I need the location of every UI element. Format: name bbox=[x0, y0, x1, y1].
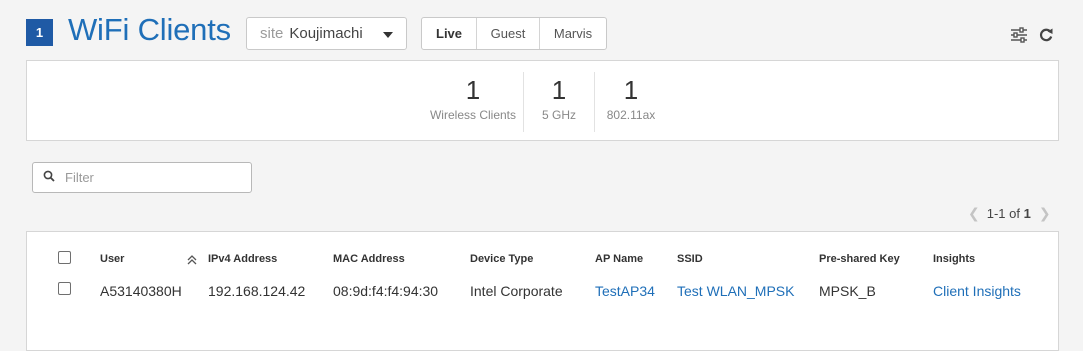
search-icon bbox=[43, 169, 55, 187]
column-header-ap-name[interactable]: AP Name bbox=[595, 253, 643, 265]
stat-value: 1 bbox=[551, 75, 567, 105]
stat-5ghz: 1 5 GHz bbox=[524, 75, 594, 133]
pagination: ❮ 1-1 of 1 ❯ bbox=[968, 205, 1051, 222]
page-title: WiFi Clients bbox=[68, 12, 231, 47]
caret-down-icon bbox=[383, 32, 393, 38]
stat-wireless-clients: 1 Wireless Clients bbox=[423, 75, 523, 133]
pagination-text: 1-1 of 1 bbox=[987, 206, 1031, 221]
cell-mac: 08:9d:f4:f4:94:30 bbox=[333, 283, 439, 299]
ssid-link[interactable]: Test WLAN_MPSK bbox=[677, 283, 794, 299]
site-select-value: Koujimachi bbox=[289, 25, 363, 42]
stat-caption: 5 GHz bbox=[541, 108, 576, 122]
sort-ascending-icon[interactable] bbox=[187, 252, 197, 270]
stat-caption: 802.11ax bbox=[606, 108, 656, 122]
stat-value: 1 bbox=[623, 75, 639, 105]
column-header-mac[interactable]: MAC Address bbox=[333, 253, 405, 265]
row-checkbox[interactable] bbox=[58, 282, 71, 295]
cell-device-type: Intel Corporate bbox=[470, 283, 563, 299]
pagination-total: 1 bbox=[1023, 206, 1031, 221]
column-header-user[interactable]: User bbox=[100, 253, 124, 265]
column-header-ipv4[interactable]: IPv4 Address bbox=[208, 253, 277, 265]
stat-value: 1 bbox=[465, 75, 481, 105]
view-live-button[interactable]: Live bbox=[422, 18, 476, 49]
column-header-device-type[interactable]: Device Type bbox=[470, 253, 533, 265]
refresh-icon[interactable] bbox=[1036, 25, 1056, 45]
site-select-label: site bbox=[260, 25, 284, 42]
site-select[interactable]: site Koujimachi bbox=[246, 17, 407, 50]
select-all-checkbox[interactable] bbox=[58, 251, 71, 264]
view-toggle: Live Guest Marvis bbox=[421, 17, 607, 50]
cell-user: A53140380H bbox=[100, 283, 182, 299]
filter-box bbox=[32, 162, 252, 193]
client-insights-link[interactable]: Client Insights bbox=[933, 283, 1021, 299]
chevron-right-icon[interactable]: ❯ bbox=[1039, 205, 1051, 222]
view-guest-button[interactable]: Guest bbox=[476, 18, 539, 49]
filter-input[interactable] bbox=[63, 169, 243, 186]
clients-table: User IPv4 Address MAC Address Device Typ… bbox=[26, 231, 1059, 351]
column-header-insights[interactable]: Insights bbox=[933, 253, 975, 265]
pagination-range: 1-1 bbox=[986, 206, 1006, 221]
stat-80211ax: 1 802.11ax bbox=[595, 75, 667, 133]
sliders-settings-icon[interactable] bbox=[1009, 25, 1029, 45]
chevron-left-icon[interactable]: ❮ bbox=[968, 205, 980, 222]
stats-panel: 1 Wireless Clients 1 5 GHz 1 802.11ax bbox=[26, 60, 1059, 141]
stat-caption: Wireless Clients bbox=[429, 108, 516, 122]
column-header-psk[interactable]: Pre-shared Key bbox=[819, 253, 900, 265]
client-count-badge: 1 bbox=[26, 19, 53, 46]
column-header-ssid[interactable]: SSID bbox=[677, 253, 703, 265]
pagination-of: of bbox=[1009, 206, 1020, 221]
cell-psk: MPSK_B bbox=[819, 283, 876, 299]
view-marvis-button[interactable]: Marvis bbox=[539, 18, 606, 49]
cell-ipv4: 192.168.124.42 bbox=[208, 283, 306, 299]
ap-name-link[interactable]: TestAP34 bbox=[595, 283, 655, 299]
